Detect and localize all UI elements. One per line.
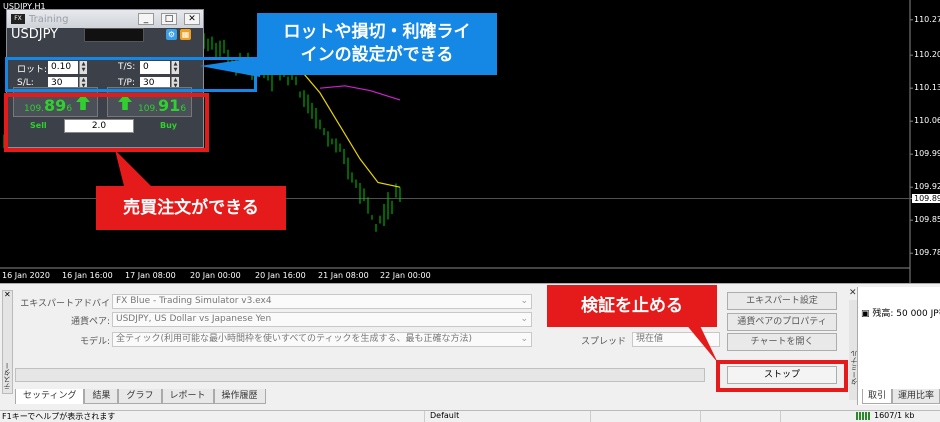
price-tick-label: 110.060 bbox=[914, 116, 940, 126]
model-select[interactable]: 全ティック(利用可能な最小時間枠を使いすべてのティックを生成する、最も正確な方法… bbox=[112, 332, 532, 347]
status-divider bbox=[424, 411, 425, 422]
gear-icon[interactable]: ⚙ bbox=[166, 29, 177, 40]
tab-graph[interactable]: グラフ bbox=[118, 389, 162, 404]
tab-report[interactable]: レポート bbox=[161, 389, 214, 404]
status-divider bbox=[780, 411, 781, 422]
callout-stop: 検証を止める bbox=[547, 285, 717, 327]
price-tick-label: 110.200 bbox=[914, 50, 940, 60]
tab-settings[interactable]: セッティング bbox=[15, 389, 85, 404]
trade-highlight bbox=[4, 93, 209, 152]
maximize-button[interactable]: □ bbox=[161, 13, 177, 25]
price-tick-label: 109.780 bbox=[914, 248, 940, 258]
price-tick-label: 109.990 bbox=[914, 149, 940, 159]
tester-close-icon[interactable]: ✕ bbox=[4, 290, 11, 299]
panel-titlebar[interactable]: FX Training _ □ ✕ bbox=[7, 10, 203, 28]
expert-select[interactable]: FX Blue - Trading Simulator v3.ex4 ⌄ bbox=[112, 294, 532, 309]
tab-exposure[interactable]: 運用比率 bbox=[892, 389, 940, 404]
tab-trade[interactable]: 取引 bbox=[862, 389, 893, 404]
open-chart-button[interactable]: チャートを開く bbox=[727, 333, 837, 351]
chevron-down-icon: ⌄ bbox=[520, 296, 528, 306]
spread-label: スプレッド bbox=[580, 337, 626, 347]
time-tick-label: 17 Jan 08:00 bbox=[125, 271, 176, 280]
panel-title: Training bbox=[29, 13, 69, 25]
price-tick-label: 110.275 bbox=[914, 14, 940, 24]
panel-pair: USDJPY bbox=[11, 27, 59, 42]
status-profile: Default bbox=[430, 411, 460, 420]
stop-highlight bbox=[716, 360, 848, 392]
callout-pointer-blue bbox=[200, 57, 260, 77]
price-tick-label: 109.896 bbox=[912, 193, 940, 203]
terminal-panel bbox=[857, 287, 940, 405]
close-button[interactable]: ✕ bbox=[184, 13, 200, 25]
time-tick-label: 20 Jan 16:00 bbox=[255, 271, 306, 280]
chevron-down-icon: ⌄ bbox=[520, 334, 528, 344]
connection-bars-icon bbox=[856, 412, 870, 420]
status-divider bbox=[590, 411, 591, 422]
status-traffic: 1607/1 kb bbox=[874, 411, 915, 420]
time-tick-label: 16 Jan 2020 bbox=[2, 271, 50, 280]
time-tick-label: 20 Jan 00:00 bbox=[190, 271, 241, 280]
tester-tabs: セッティング 結果 グラフ レポート 操作履歴 bbox=[15, 389, 266, 404]
status-help: F1キーでヘルプが表示されます bbox=[2, 412, 116, 421]
time-tick-label: 21 Jan 08:00 bbox=[318, 271, 369, 280]
callout-pointer-red bbox=[115, 150, 155, 190]
pair-select[interactable]: USDJPY, US Dollar vs Japanese Yen ⌄ bbox=[112, 312, 532, 327]
terminal-side-label: ターミナル bbox=[850, 350, 858, 385]
expert-label: エキスパートアドバイ bbox=[20, 299, 110, 309]
time-tick-label: 22 Jan 00:00 bbox=[380, 271, 431, 280]
tab-results[interactable]: 結果 bbox=[84, 389, 119, 404]
test-progress-bar bbox=[15, 368, 705, 382]
minimize-button[interactable]: _ bbox=[138, 13, 154, 25]
status-bar: F1キーでヘルプが表示されます Default 1607/1 kb bbox=[0, 410, 940, 422]
pair-display bbox=[84, 28, 144, 42]
callout-settings: ロットや損切・利確ライ インの設定ができる bbox=[257, 13, 497, 75]
callout-trade: 売買注文ができる bbox=[96, 186, 286, 230]
tester-side-label: テスター bbox=[3, 362, 11, 390]
tab-journal[interactable]: 操作履歴 bbox=[213, 389, 266, 404]
chevron-down-icon: ⌄ bbox=[520, 314, 528, 324]
fxblue-logo-icon: FX bbox=[11, 14, 25, 24]
grid-icon[interactable]: ▦ bbox=[180, 29, 191, 40]
ma-slow-line bbox=[319, 85, 401, 101]
price-tick-label: 109.850 bbox=[914, 215, 940, 225]
terminal-close-icon[interactable]: ✕ bbox=[849, 288, 857, 298]
time-tick-label: 16 Jan 16:00 bbox=[62, 271, 113, 280]
pair-properties-button[interactable]: 通貨ペアのプロパティ bbox=[727, 313, 837, 331]
balance-text: ▣ 残高: 50 000 JP¥ bbox=[861, 309, 940, 319]
price-tick-label: 109.920 bbox=[914, 182, 940, 192]
model-label: モデル: bbox=[79, 337, 110, 347]
status-divider bbox=[700, 411, 701, 422]
pair-label: 通貨ペア: bbox=[70, 317, 110, 327]
expert-settings-button[interactable]: エキスパート設定 bbox=[727, 292, 837, 310]
price-tick-label: 110.130 bbox=[914, 83, 940, 93]
